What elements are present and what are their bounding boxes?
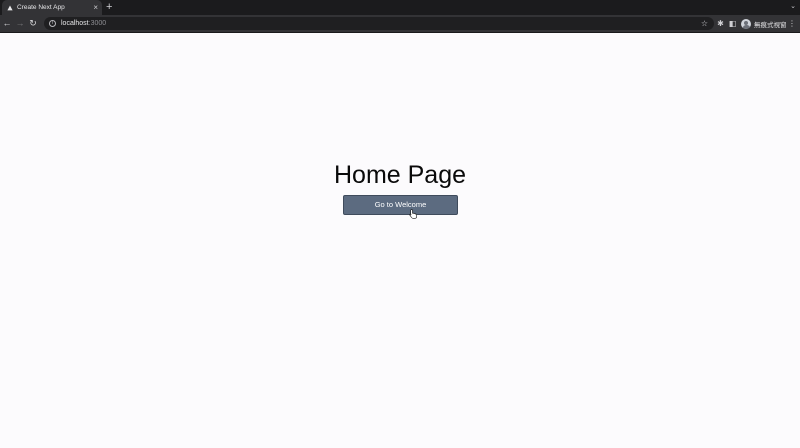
hand-cursor-icon (409, 209, 417, 219)
chevron-down-icon[interactable]: ⌄ (790, 2, 796, 10)
address-bar[interactable]: i localhost:3000 ☆ (44, 17, 714, 30)
new-tab-button[interactable]: + (106, 1, 112, 14)
close-icon[interactable]: × (93, 3, 98, 12)
profile-label: 無痕式視窗 (754, 21, 787, 29)
triangle-icon (6, 4, 13, 11)
page-title: Home Page (333, 161, 467, 189)
info-icon[interactable]: i (49, 20, 56, 27)
profile-button[interactable]: 無痕式視窗 (741, 17, 787, 30)
back-button[interactable]: ← (1, 17, 13, 30)
extensions-icon[interactable]: ✱ (716, 17, 725, 30)
browser-tab[interactable]: Create Next App × (2, 0, 102, 15)
tab-title: Create Next App (17, 4, 65, 11)
go-to-welcome-button[interactable]: Go to Welcome (343, 195, 458, 215)
page-content: Home Page Go to Welcome (0, 34, 800, 448)
bookmark-star-icon[interactable]: ☆ (701, 17, 708, 30)
tab-strip: Create Next App × + ⌄ (0, 0, 800, 15)
browser-toolbar: ← → ↻ i localhost:3000 ☆ ✱ ◧ 無痕式視窗 ⋮ (0, 15, 800, 33)
incognito-avatar-icon (741, 18, 751, 29)
side-panel-icon[interactable]: ◧ (728, 17, 737, 30)
forward-button[interactable]: → (14, 17, 26, 30)
url-port: :3000 (88, 20, 107, 27)
more-menu-icon[interactable]: ⋮ (788, 17, 796, 30)
reload-button[interactable]: ↻ (27, 17, 39, 30)
url-host: localhost (61, 20, 89, 27)
